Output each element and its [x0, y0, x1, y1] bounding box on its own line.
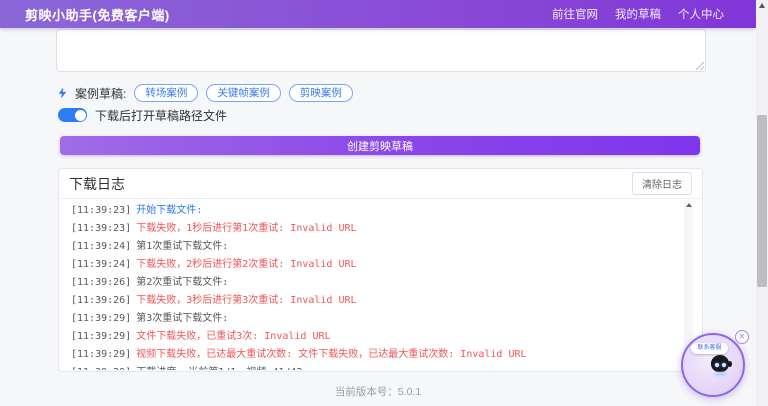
open-path-toggle[interactable] — [58, 108, 87, 122]
robot-ear-icon — [728, 361, 732, 367]
log-scroll-up-arrow-icon[interactable] — [686, 203, 692, 207]
nav-my-drafts[interactable]: 我的草稿 — [615, 6, 661, 22]
log-timestamp: [11:39:29] — [71, 331, 131, 342]
log-line: [11:39:23] 下载失败，1秒后进行第1次重试: Invalid URL — [71, 220, 678, 238]
robot-head — [711, 355, 729, 372]
app-header: 剪映小助手(免费客户端) 前往官网 我的草稿 个人中心 — [0, 0, 756, 28]
page-scrollbar[interactable] — [756, 0, 768, 406]
download-log-panel: 下载日志 清除日志 [11:39:23] 开始下载文件: [11:39:23] 下载失… — [58, 168, 703, 372]
page-scrollbar-thumb[interactable] — [757, 115, 767, 287]
examples-row: 案例草稿: 转场案例关键帧案例剪映案例 — [58, 84, 353, 102]
log-line: [11:39:26] 第2次重试下载文件: — [71, 274, 678, 292]
nav-official-site[interactable]: 前往官网 — [552, 6, 598, 22]
log-body: [11:39:23] 开始下载文件: [11:39:23] 下载失败，1秒后进行第1次… — [59, 199, 702, 370]
open-path-toggle-label: 下载后打开草稿路径文件 — [95, 107, 227, 124]
create-draft-button[interactable]: 创建剪映草稿 — [60, 136, 700, 155]
log-timestamp: [11:39:29] — [71, 349, 131, 360]
log-line: [11:39:24] 下载失败，2秒后进行第2次重试: Invalid URL — [71, 256, 678, 274]
open-path-toggle-row: 下载后打开草稿路径文件 — [58, 107, 227, 123]
clear-log-button[interactable]: 清除日志 — [632, 172, 692, 195]
log-timestamp: [11:39:23] — [71, 205, 131, 216]
log-timestamp: [11:39:29] — [71, 367, 131, 370]
log-timestamp: [11:39:26] — [71, 295, 131, 306]
log-line: [11:39:29] 文件下载失败，已重试3次: Invalid URL — [71, 328, 678, 346]
log-timestamp: [11:39:24] — [71, 241, 131, 252]
log-message: 下载失败，3秒后进行第3次重试: Invalid URL — [136, 295, 356, 306]
log-line: [11:39:23] 开始下载文件: — [71, 202, 678, 220]
log-timestamp: [11:39:23] — [71, 223, 131, 234]
log-message: 第1次重试下载文件: — [136, 241, 228, 252]
log-panel-title: 下载日志 — [69, 174, 125, 194]
toggle-knob — [75, 110, 86, 121]
log-message: 第3次重试下载文件: — [136, 313, 228, 324]
log-timestamp: [11:39:29] — [71, 313, 131, 324]
log-header: 下载日志 清除日志 — [59, 169, 702, 199]
log-line: [11:39:29] 下载进度: 当前第1/1，视频 41/42 — [71, 364, 678, 370]
robot-eye-icon — [722, 363, 726, 367]
log-timestamp: [11:39:26] — [71, 277, 131, 288]
lightning-bolt-icon — [58, 87, 67, 99]
assistant-widget[interactable]: 联系客服 — [681, 333, 745, 397]
log-message: 下载失败，1秒后进行第1次重试: Invalid URL — [136, 223, 356, 234]
app-title: 剪映小助手(免费客户端) — [25, 5, 170, 24]
robot-icon — [709, 353, 733, 377]
log-message: 开始下载文件: — [136, 205, 202, 216]
example-buttons: 转场案例关键帧案例剪映案例 — [134, 84, 353, 102]
scroll-up-arrow-icon[interactable] — [759, 3, 765, 8]
nav-personal-center[interactable]: 个人中心 — [678, 6, 724, 22]
log-message: 文件下载失败，已重试3次: Invalid URL — [136, 331, 330, 342]
header-nav: 前往官网 我的草稿 个人中心 — [552, 6, 724, 22]
example-button-keyframe-example[interactable]: 关键帧案例 — [206, 84, 281, 102]
log-message: 下载进度: 当前第1/1，视频 41/42 — [136, 367, 302, 370]
example-button-jianying-example[interactable]: 剪映案例 — [289, 84, 353, 102]
example-button-transition-example[interactable]: 转场案例 — [134, 84, 198, 102]
log-line: [11:39:29] 第3次重试下载文件: — [71, 310, 678, 328]
draft-input[interactable] — [56, 29, 706, 72]
log-line: [11:39:26] 下载失败，3秒后进行第3次重试: Invalid URL — [71, 292, 678, 310]
log-message: 第2次重试下载文件: — [136, 277, 228, 288]
log-message: 下载失败，2秒后进行第2次重试: Invalid URL — [136, 259, 356, 270]
log-timestamp: [11:39:24] — [71, 259, 131, 270]
log-line: [11:39:29] 视频下载失败，已达最大重试次数: 文件下载失败，已达最大重试… — [71, 346, 678, 364]
examples-label: 案例草稿: — [75, 85, 126, 102]
assistant-close-icon[interactable] — [735, 330, 749, 344]
version-label: 当前版本号：5.0.1 — [0, 384, 756, 399]
log-message: 视频下载失败，已达最大重试次数: 文件下载失败，已达最大重试次数: Invali… — [136, 349, 526, 360]
log-lines: [11:39:23] 开始下载文件: [11:39:23] 下载失败，1秒后进行第1次… — [71, 202, 678, 370]
log-line: [11:39:24] 第1次重试下载文件: — [71, 238, 678, 256]
robot-glow — [714, 372, 727, 376]
robot-eye-icon — [715, 363, 719, 367]
